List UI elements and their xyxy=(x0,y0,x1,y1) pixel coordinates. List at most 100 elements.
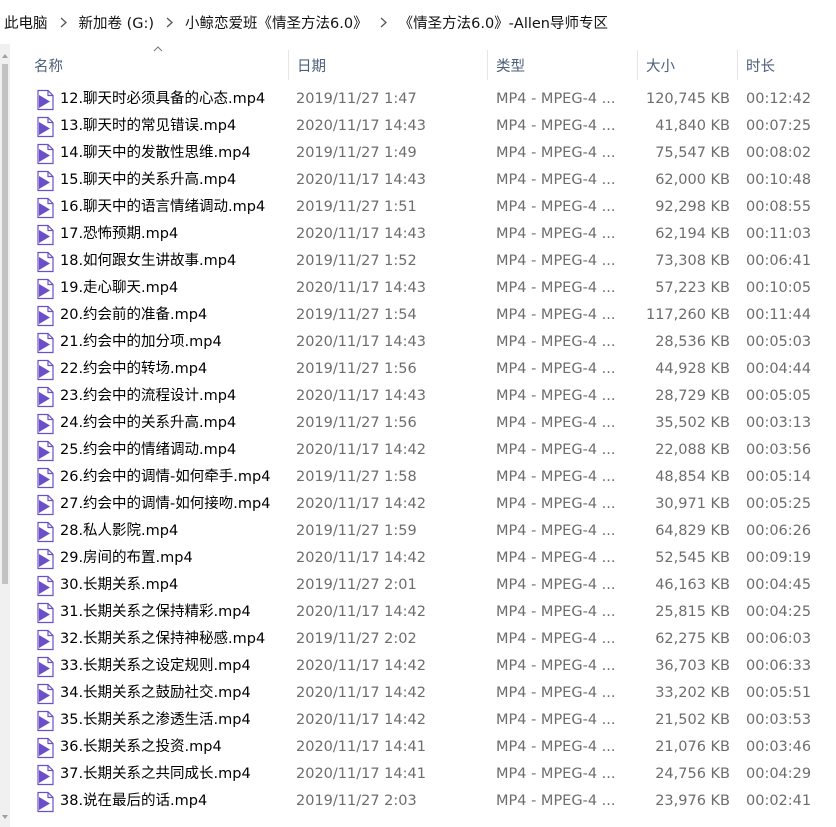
chevron-right-icon[interactable] xyxy=(372,17,395,28)
file-name: 38.说在最后的话.mp4 xyxy=(60,793,208,809)
column-header-size[interactable]: 大小 xyxy=(638,44,738,86)
file-name-cell[interactable]: 20.约会前的准备.mp4 xyxy=(34,302,296,329)
file-row[interactable]: 19.走心聊天.mp4 2020/11/17 14:43 MP4 - MPEG-4 … xyxy=(10,275,836,302)
file-type: MP4 - MPEG-4 ... xyxy=(496,685,616,701)
file-row[interactable]: 38.说在最后的话.mp4 2019/11/27 2:03 MP4 - MPEG-4… xyxy=(10,788,836,815)
file-name-cell[interactable]: 30.长期关系.mp4 xyxy=(34,572,296,599)
file-size: 92,298 KB xyxy=(655,199,730,215)
file-size: 48,854 KB xyxy=(655,469,730,485)
file-row[interactable]: 22.约会中的转场.mp4 2019/11/27 1:56 MP4 - MPEG-4… xyxy=(10,356,836,383)
file-row[interactable]: 16.聊天中的语言情绪调动.mp4 2019/11/27 1:51 MP4 - MP… xyxy=(10,194,836,221)
breadcrumb-item-this-pc[interactable]: 此电脑 xyxy=(0,12,52,33)
file-row[interactable]: 26.约会中的调情-如何牵手.mp4 2019/11/27 1:58 MP4 - M… xyxy=(10,464,836,491)
file-date: 2019/11/27 1:56 xyxy=(296,361,417,377)
file-name-cell[interactable]: 28.私人影院.mp4 xyxy=(34,518,296,545)
breadcrumb-item-course-folder[interactable]: 小鲸恋爱班《情圣方法6.0》 xyxy=(181,12,372,33)
chevron-right-icon[interactable] xyxy=(158,17,181,28)
file-name-cell[interactable]: 15.聊天中的关系升高.mp4 xyxy=(34,167,296,194)
file-row[interactable]: 37.长期关系之共同成长.mp4 2020/11/17 14:41 MP4 - MP… xyxy=(10,761,836,788)
file-row[interactable]: 24.约会中的关系升高.mp4 2019/11/27 1:56 MP4 - MPEG… xyxy=(10,410,836,437)
file-duration: 00:09:19 xyxy=(746,550,812,566)
file-name-cell[interactable]: 18.如何跟女生讲故事.mp4 xyxy=(34,248,296,275)
file-duration: 00:04:29 xyxy=(746,766,812,782)
breadcrumb-item-drive[interactable]: 新加卷 (G:) xyxy=(75,12,159,33)
file-name-cell[interactable]: 14.聊天中的发散性思维.mp4 xyxy=(34,140,296,167)
chevron-right-icon[interactable] xyxy=(52,17,75,28)
file-type: MP4 - MPEG-4 ... xyxy=(496,253,616,269)
file-name-cell[interactable]: 38.说在最后的话.mp4 xyxy=(34,788,296,815)
file-size: 57,223 KB xyxy=(655,280,730,296)
scroll-down-arrow-icon[interactable] xyxy=(1,813,9,821)
file-date: 2020/11/17 14:41 xyxy=(296,739,426,755)
file-name-cell[interactable]: 23.约会中的流程设计.mp4 xyxy=(34,383,296,410)
file-row[interactable]: 35.长期关系之渗透生活.mp4 2020/11/17 14:42 MP4 - MP… xyxy=(10,707,836,734)
file-row[interactable]: 34.长期关系之鼓励社交.mp4 2020/11/17 14:42 MP4 - MP… xyxy=(10,680,836,707)
column-header-date[interactable]: 日期 xyxy=(289,44,487,86)
file-row[interactable]: 36.长期关系之投资.mp4 2020/11/17 14:41 MP4 - MPEG… xyxy=(10,734,836,761)
file-row[interactable]: 21.约会中的加分项.mp4 2020/11/17 14:43 MP4 - MPEG… xyxy=(10,329,836,356)
file-type: MP4 - MPEG-4 ... xyxy=(496,577,616,593)
file-duration: 00:03:56 xyxy=(746,442,812,458)
file-name-cell[interactable]: 29.房间的布置.mp4 xyxy=(34,545,296,572)
file-name-cell[interactable]: 16.聊天中的语言情绪调动.mp4 xyxy=(34,194,296,221)
video-file-icon xyxy=(37,467,54,488)
file-row[interactable]: 14.聊天中的发散性思维.mp4 2019/11/27 1:49 MP4 - MPE… xyxy=(10,140,836,167)
file-row[interactable]: 33.长期关系之设定规则.mp4 2020/11/17 14:42 MP4 - MP… xyxy=(10,653,836,680)
file-row[interactable]: 13.聊天时的常见错误.mp4 2020/11/17 14:43 MP4 - MPE… xyxy=(10,113,836,140)
vertical-scrollbar[interactable] xyxy=(0,44,10,827)
file-row[interactable]: 17.恐怖预期.mp4 2020/11/17 14:43 MP4 - MPEG-4 … xyxy=(10,221,836,248)
file-type: MP4 - MPEG-4 ... xyxy=(496,442,616,458)
file-row[interactable]: 23.约会中的流程设计.mp4 2020/11/17 14:43 MP4 - MPE… xyxy=(10,383,836,410)
video-file-icon xyxy=(37,305,54,326)
file-name-cell[interactable]: 27.约会中的调情-如何接吻.mp4 xyxy=(34,491,296,518)
file-date: 2019/11/27 1:49 xyxy=(296,145,417,161)
file-duration: 00:12:42 xyxy=(746,91,812,107)
file-row[interactable]: 29.房间的布置.mp4 2020/11/17 14:42 MP4 - MPEG-4… xyxy=(10,545,836,572)
file-row[interactable]: 18.如何跟女生讲故事.mp4 2019/11/27 1:52 MP4 - MPEG… xyxy=(10,248,836,275)
file-name: 19.走心聊天.mp4 xyxy=(60,280,179,296)
file-size: 36,703 KB xyxy=(655,658,730,674)
file-duration: 00:02:41 xyxy=(746,793,812,809)
file-name-cell[interactable]: 36.长期关系之投资.mp4 xyxy=(34,734,296,761)
file-name-cell[interactable]: 26.约会中的调情-如何牵手.mp4 xyxy=(34,464,296,491)
scroll-up-arrow-icon[interactable] xyxy=(1,52,9,60)
video-file-icon xyxy=(37,656,54,677)
file-name-cell[interactable]: 35.长期关系之渗透生活.mp4 xyxy=(34,707,296,734)
scrollbar-thumb[interactable] xyxy=(2,64,8,584)
file-name-cell[interactable]: 24.约会中的关系升高.mp4 xyxy=(34,410,296,437)
file-type: MP4 - MPEG-4 ... xyxy=(496,496,616,512)
file-row[interactable]: 30.长期关系.mp4 2019/11/27 2:01 MP4 - MPEG-4 .… xyxy=(10,572,836,599)
file-row[interactable]: 32.长期关系之保持神秘感.mp4 2019/11/27 2:02 MP4 - MP… xyxy=(10,626,836,653)
file-name-cell[interactable]: 31.长期关系之保持精彩.mp4 xyxy=(34,599,296,626)
file-name-cell[interactable]: 17.恐怖预期.mp4 xyxy=(34,221,296,248)
file-row[interactable]: 20.约会前的准备.mp4 2019/11/27 1:54 MP4 - MPEG-4… xyxy=(10,302,836,329)
file-row[interactable]: 12.聊天时必须具备的心态.mp4 2019/11/27 1:47 MP4 - MP… xyxy=(10,86,836,113)
file-size: 28,729 KB xyxy=(655,388,730,404)
file-name-cell[interactable]: 32.长期关系之保持神秘感.mp4 xyxy=(34,626,296,653)
file-size: 46,163 KB xyxy=(655,577,730,593)
file-row[interactable]: 15.聊天中的关系升高.mp4 2020/11/17 14:43 MP4 - MPE… xyxy=(10,167,836,194)
file-name-cell[interactable]: 25.约会中的情绪调动.mp4 xyxy=(34,437,296,464)
file-name-cell[interactable]: 33.长期关系之设定规则.mp4 xyxy=(34,653,296,680)
file-type: MP4 - MPEG-4 ... xyxy=(496,91,616,107)
file-name-cell[interactable]: 22.约会中的转场.mp4 xyxy=(34,356,296,383)
file-name: 14.聊天中的发散性思维.mp4 xyxy=(60,145,251,161)
file-row[interactable]: 27.约会中的调情-如何接吻.mp4 2020/11/17 14:42 MP4 - … xyxy=(10,491,836,518)
file-name-cell[interactable]: 13.聊天时的常见错误.mp4 xyxy=(34,113,296,140)
breadcrumb-item-current-folder[interactable]: 《情圣方法6.0》-Allen导师专区 xyxy=(395,12,612,33)
file-duration: 00:03:46 xyxy=(746,739,812,755)
column-header-name[interactable]: 名称 xyxy=(26,44,288,86)
file-name-cell[interactable]: 21.约会中的加分项.mp4 xyxy=(34,329,296,356)
file-name-cell[interactable]: 19.走心聊天.mp4 xyxy=(34,275,296,302)
file-name-cell[interactable]: 37.长期关系之共同成长.mp4 xyxy=(34,761,296,788)
file-name-cell[interactable]: 12.聊天时必须具备的心态.mp4 xyxy=(34,86,296,113)
file-name-cell[interactable]: 34.长期关系之鼓励社交.mp4 xyxy=(34,680,296,707)
file-row[interactable]: 31.长期关系之保持精彩.mp4 2020/11/17 14:42 MP4 - MP… xyxy=(10,599,836,626)
column-header-duration[interactable]: 时长 xyxy=(738,44,836,86)
file-row[interactable]: 28.私人影院.mp4 2019/11/27 1:59 MP4 - MPEG-4 .… xyxy=(10,518,836,545)
file-row[interactable]: 25.约会中的情绪调动.mp4 2020/11/17 14:42 MP4 - MPE… xyxy=(10,437,836,464)
file-date: 2019/11/27 2:01 xyxy=(296,577,417,593)
column-header-type[interactable]: 类型 xyxy=(488,44,638,86)
video-file-icon xyxy=(37,413,54,434)
file-date: 2020/11/17 14:43 xyxy=(296,334,426,350)
